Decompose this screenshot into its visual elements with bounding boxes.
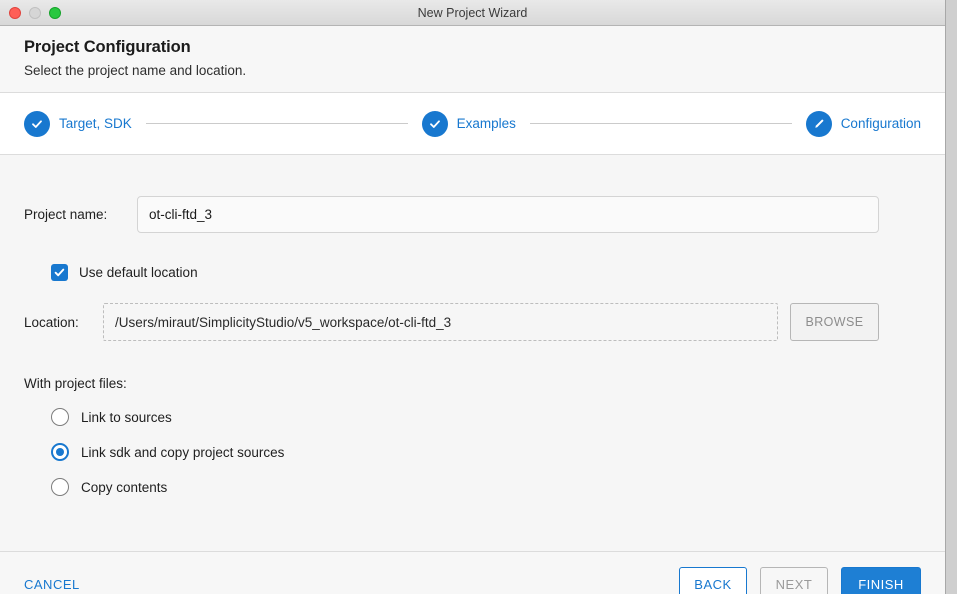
radio-label-copy-contents: Copy contents [81,479,168,495]
window-controls [9,6,61,19]
use-default-location-checkbox[interactable] [51,264,68,281]
use-default-location-label: Use default location [79,265,198,280]
step-label-target-sdk: Target, SDK [59,116,132,131]
page-subtitle: Select the project name and location. [24,63,247,78]
step-label-examples: Examples [456,116,516,131]
check-icon [421,110,448,137]
project-name-row: Project name: ot-cli-ftd_3 [24,196,921,233]
close-button[interactable] [9,6,21,19]
stepper-connector-2 [529,123,792,124]
check-icon [24,110,50,137]
wizard-footer: CANCEL BACK NEXT FINISH [0,551,945,594]
project-name-input[interactable]: ot-cli-ftd_3 [137,196,879,233]
radio-link-sdk-copy-sources[interactable]: Link sdk and copy project sources [24,443,921,461]
location-label: Location: [24,314,79,330]
radio-icon-copy-contents[interactable] [51,478,69,496]
window-titlebar[interactable]: New Project Wizard [0,0,945,26]
radio-link-to-sources[interactable]: Link to sources [24,408,921,426]
project-files-label: With project files: [24,376,127,391]
radio-copy-contents[interactable]: Copy contents [24,478,921,496]
next-button: NEXT [760,566,828,594]
cancel-button[interactable]: CANCEL [24,577,80,592]
step-examples[interactable]: Examples [421,110,516,137]
project-name-label: Project name: [24,207,108,222]
finish-button[interactable]: FINISH [841,566,921,594]
browse-button: BROWSE [790,303,879,341]
location-input: /Users/miraut/SimplicityStudio/v5_worksp… [103,303,778,341]
radio-icon-link-sdk-copy-sources[interactable] [51,443,69,461]
radio-icon-link-to-sources[interactable] [51,408,69,426]
step-label-configuration: Configuration [840,116,921,131]
location-row: Location: /Users/miraut/SimplicityStudio… [24,303,921,341]
wizard-content: Project name: ot-cli-ftd_3 Use default l… [0,196,945,551]
step-target-sdk[interactable]: Target, SDK [24,110,132,137]
radio-label-link-sdk-copy-sources: Link sdk and copy project sources [81,444,285,460]
back-button[interactable]: BACK [679,566,747,594]
page-title: Project Configuration [24,38,191,56]
step-configuration[interactable]: Configuration [805,110,921,137]
zoom-button[interactable] [49,6,61,19]
new-project-wizard-window: New Project Wizard Project Configuration… [0,0,946,594]
wizard-stepper: Target, SDK Examples Configuration [0,93,945,155]
stepper-connector-1 [145,123,408,124]
minimize-button[interactable] [29,6,41,19]
window-title: New Project Wizard [417,5,528,20]
use-default-location-row[interactable]: Use default location [24,264,921,281]
wizard-header: Project Configuration Select the project… [0,26,945,93]
radio-label-link-to-sources: Link to sources [81,409,172,425]
pencil-icon [805,110,832,137]
